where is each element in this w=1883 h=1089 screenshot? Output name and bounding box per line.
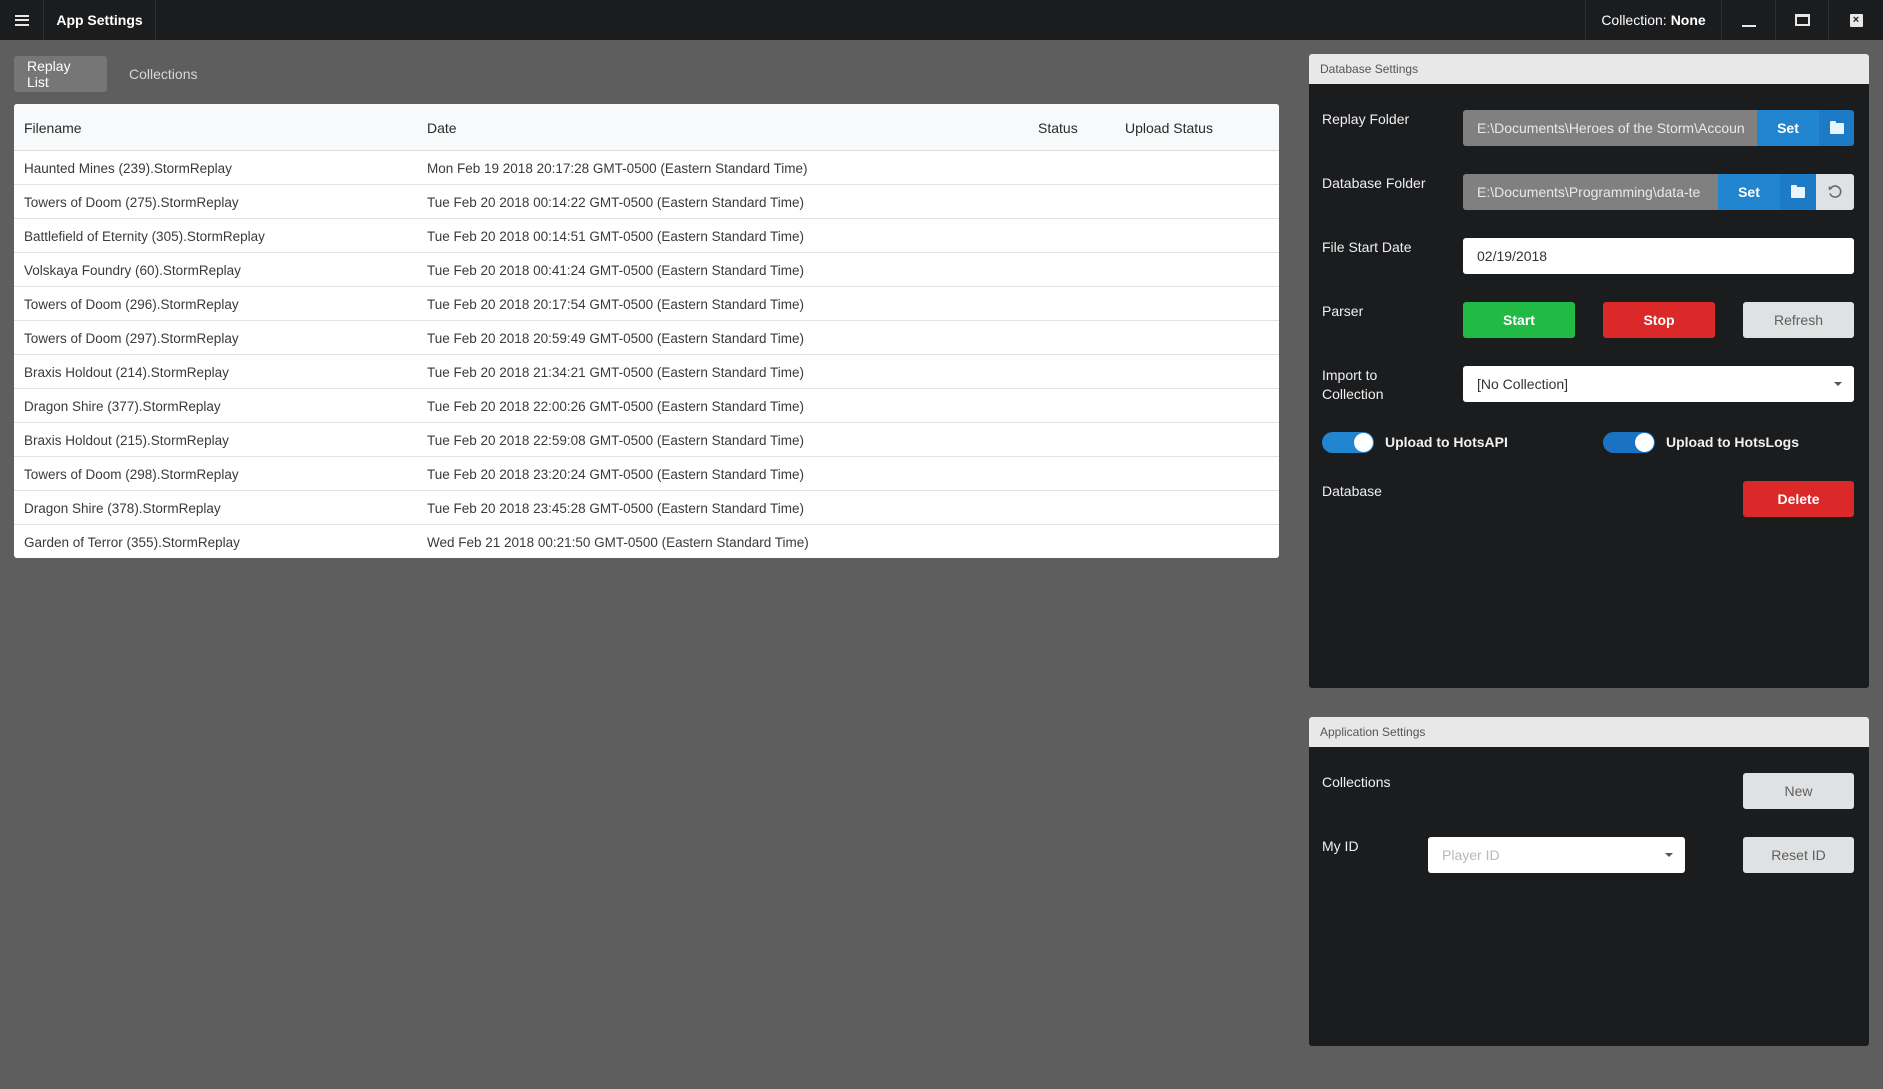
import-collection-select[interactable]: [No Collection] — [1463, 366, 1854, 402]
cell-date: Tue Feb 20 2018 20:59:49 GMT-0500 (Easte… — [427, 330, 804, 346]
player-id-select[interactable]: Player ID — [1428, 837, 1685, 873]
parser-refresh-button[interactable]: Refresh — [1743, 302, 1854, 338]
cell-filename: Dragon Shire (377).StormReplay — [24, 398, 221, 414]
close-icon: × — [1849, 13, 1863, 27]
cell-filename: Braxis Holdout (214).StormReplay — [24, 364, 229, 380]
import-collection-label: Import to Collection — [1322, 366, 1383, 404]
table-row[interactable]: Garden of Terror (355).StormReplay Wed Fe… — [14, 525, 1279, 558]
database-folder-browse-button[interactable] — [1780, 174, 1816, 210]
application-settings-panel: Application Settings Collections New My … — [1309, 717, 1869, 1046]
table-row[interactable]: Volskaya Foundry (60).StormReplay Tue Feb… — [14, 253, 1279, 287]
cell-date: Tue Feb 20 2018 00:14:51 GMT-0500 (Easte… — [427, 228, 804, 244]
import-collection-selected: [No Collection] — [1477, 376, 1569, 392]
replay-table: Filename Date Status Upload Status Haunt… — [14, 104, 1279, 558]
table-row[interactable]: Towers of Doom (296).StormReplay Tue Feb … — [14, 287, 1279, 321]
table-header: Filename Date Status Upload Status — [14, 104, 1279, 151]
column-header-filename[interactable]: Filename — [24, 104, 82, 151]
cell-date: Mon Feb 19 2018 20:17:28 GMT-0500 (Easte… — [427, 160, 808, 176]
database-settings-header: Database Settings — [1309, 54, 1869, 84]
menu-button[interactable] — [0, 0, 44, 40]
dropdown-caret-icon — [1665, 853, 1673, 857]
dropdown-caret-icon — [1834, 382, 1842, 386]
replay-folder-label: Replay Folder — [1322, 111, 1410, 127]
import-collection-label-line1: Import to — [1322, 367, 1378, 383]
database-folder-set-button[interactable]: Set — [1718, 174, 1780, 210]
database-folder-input[interactable]: E:\Documents\Programming\data-te — [1463, 174, 1718, 210]
parser-stop-button[interactable]: Stop — [1603, 302, 1715, 338]
cell-date: Tue Feb 20 2018 23:20:24 GMT-0500 (Easte… — [427, 466, 804, 482]
cell-date: Tue Feb 20 2018 21:34:21 GMT-0500 (Easte… — [427, 364, 804, 380]
hamburger-icon — [14, 14, 29, 26]
table-row[interactable]: Battlefield of Eternity (305).StormRepla… — [14, 219, 1279, 253]
column-header-upload-status[interactable]: Upload Status — [1125, 104, 1213, 151]
table-row[interactable]: Towers of Doom (297).StormReplay Tue Feb … — [14, 321, 1279, 355]
import-collection-label-line2: Collection — [1322, 386, 1384, 402]
cell-date: Tue Feb 20 2018 20:17:54 GMT-0500 (Easte… — [427, 296, 804, 312]
table-row[interactable]: Braxis Holdout (215).StormReplay Tue Feb … — [14, 423, 1279, 457]
upload-hotslogs-label: Upload to HotsLogs — [1666, 434, 1799, 450]
cell-date: Tue Feb 20 2018 00:14:22 GMT-0500 (Easte… — [427, 194, 804, 210]
maximize-icon — [1794, 14, 1810, 26]
undo-icon — [1828, 185, 1842, 198]
replay-folder-browse-button[interactable] — [1819, 110, 1854, 146]
file-start-date-input[interactable]: 02/19/2018 — [1463, 238, 1854, 274]
parser-start-button[interactable]: Start — [1463, 302, 1575, 338]
minimize-icon — [1741, 25, 1756, 27]
table-row[interactable]: Towers of Doom (298).StormReplay Tue Feb … — [14, 457, 1279, 491]
cell-filename: Towers of Doom (297).StormReplay — [24, 330, 239, 346]
table-row[interactable]: Braxis Holdout (214).StormReplay Tue Feb … — [14, 355, 1279, 389]
maximize-button[interactable] — [1776, 0, 1829, 40]
table-body: Haunted Mines (239).StormReplay Mon Feb 1… — [14, 151, 1279, 558]
database-settings-panel: Database Settings Replay Folder E:\Docum… — [1309, 54, 1869, 688]
new-collection-button[interactable]: New — [1743, 773, 1854, 809]
cell-filename: Towers of Doom (298).StormReplay — [24, 466, 239, 482]
cell-filename: Dragon Shire (378).StormReplay — [24, 500, 221, 516]
collection-label: Collection: — [1601, 12, 1667, 28]
tab-replay-list[interactable]: Replay List — [14, 56, 107, 92]
cell-filename: Volskaya Foundry (60).StormReplay — [24, 262, 241, 278]
collections-label: Collections — [1322, 774, 1391, 790]
upload-hotslogs-toggle[interactable] — [1603, 432, 1655, 453]
file-start-date-label: File Start Date — [1322, 239, 1412, 255]
cell-date: Tue Feb 20 2018 22:00:26 GMT-0500 (Easte… — [427, 398, 804, 414]
upload-hotsapi-toggle[interactable] — [1322, 432, 1374, 453]
database-label: Database — [1322, 483, 1382, 499]
parser-label: Parser — [1322, 303, 1364, 319]
upload-hotsapi-label: Upload to HotsAPI — [1385, 434, 1508, 450]
replay-folder-input[interactable]: E:\Documents\Heroes of the Storm\Accoun — [1463, 110, 1757, 146]
folder-icon — [1791, 184, 1805, 198]
reset-id-button[interactable]: Reset ID — [1743, 837, 1854, 873]
cell-filename: Haunted Mines (239).StormReplay — [24, 160, 232, 176]
cell-filename: Battlefield of Eternity (305).StormRepla… — [24, 228, 265, 244]
table-row[interactable]: Haunted Mines (239).StormReplay Mon Feb 1… — [14, 151, 1279, 185]
table-row[interactable]: Dragon Shire (377).StormReplay Tue Feb 20… — [14, 389, 1279, 423]
current-collection: Collection: None — [1585, 0, 1722, 40]
folder-icon — [1829, 120, 1844, 134]
minimize-button[interactable] — [1722, 0, 1776, 40]
cell-filename: Braxis Holdout (215).StormReplay — [24, 432, 229, 448]
cell-date: Tue Feb 20 2018 22:59:08 GMT-0500 (Easte… — [427, 432, 804, 448]
table-row[interactable]: Dragon Shire (378).StormReplay Tue Feb 20… — [14, 491, 1279, 525]
title-bar: App Settings Collection: None × — [0, 0, 1883, 40]
cell-date: Tue Feb 20 2018 00:41:24 GMT-0500 (Easte… — [427, 262, 804, 278]
cell-date: Tue Feb 20 2018 23:45:28 GMT-0500 (Easte… — [427, 500, 804, 516]
cell-date: Wed Feb 21 2018 00:21:50 GMT-0500 (Easte… — [427, 534, 809, 550]
my-id-label: My ID — [1322, 838, 1359, 854]
table-row[interactable]: Towers of Doom (275).StormReplay Tue Feb … — [14, 185, 1279, 219]
app-title: App Settings — [44, 0, 156, 40]
column-header-status[interactable]: Status — [1038, 104, 1078, 151]
application-settings-header: Application Settings — [1309, 717, 1869, 747]
cell-filename: Towers of Doom (296).StormReplay — [24, 296, 239, 312]
database-folder-label: Database Folder — [1322, 175, 1426, 191]
database-folder-reset-button[interactable] — [1816, 174, 1854, 210]
tab-collections[interactable]: Collections — [116, 56, 210, 92]
column-header-date[interactable]: Date — [427, 104, 457, 151]
database-delete-button[interactable]: Delete — [1743, 481, 1854, 517]
cell-filename: Garden of Terror (355).StormReplay — [24, 534, 240, 550]
collection-value: None — [1670, 12, 1706, 28]
player-id-placeholder: Player ID — [1442, 847, 1500, 863]
close-button[interactable]: × — [1829, 0, 1883, 40]
cell-filename: Towers of Doom (275).StormReplay — [24, 194, 239, 210]
replay-folder-set-button[interactable]: Set — [1757, 110, 1819, 146]
